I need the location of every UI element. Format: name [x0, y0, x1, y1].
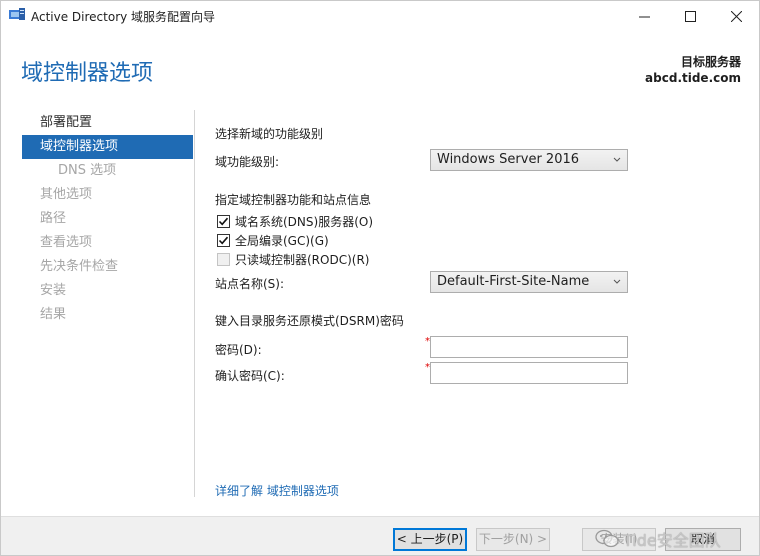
- rodc-option[interactable]: 只读域控制器(RODC)(R): [217, 251, 369, 267]
- watermark: Tide安全团队: [595, 527, 721, 551]
- watermark-text: Tide安全团队: [623, 531, 721, 550]
- domain-level-label: 域功能级别:: [215, 155, 280, 169]
- maximize-button[interactable]: [667, 1, 713, 31]
- rodc-checkbox[interactable]: [217, 252, 230, 266]
- learn-more-link[interactable]: 详细了解 域控制器选项: [215, 482, 339, 499]
- target-server-label: 目标服务器: [680, 55, 741, 69]
- wechat-icon: [595, 529, 619, 548]
- domain-level-select[interactable]: Windows Server 2016: [430, 149, 628, 171]
- confirm-password-label: 确认密码(C):: [215, 369, 285, 383]
- password-input[interactable]: [430, 336, 628, 358]
- chevron-down-icon: [613, 272, 621, 300]
- password-label: 密码(D):: [215, 343, 262, 357]
- site-name-label: 站点名称(S):: [215, 277, 285, 291]
- previous-button[interactable]: < 上一步(P): [393, 528, 467, 551]
- dns-server-option[interactable]: 域名系统(DNS)服务器(O): [217, 213, 373, 229]
- site-name-select[interactable]: Default-First-Site-Name: [430, 271, 628, 293]
- nav-item-paths: 路径: [40, 211, 67, 226]
- checkmark-icon: [218, 236, 229, 244]
- checkmark-icon: [218, 217, 229, 225]
- wizard-steps-nav: 部署配置 域控制器选项 DNS 选项 其他选项 路径 查看选项 先决条件检查 安…: [22, 111, 193, 327]
- dsrm-heading: 键入目录服务还原模式(DSRM)密码: [215, 314, 404, 328]
- nav-item-prereq-check: 先决条件检查: [40, 259, 119, 274]
- nav-item-review-options: 查看选项: [40, 235, 93, 250]
- page-title: 域控制器选项: [21, 61, 154, 86]
- close-window-button[interactable]: [713, 1, 759, 31]
- close-icon: [730, 10, 742, 22]
- wizard-window: Active Directory 域服务配置向导 域控制器选项 目标服务器 ab…: [0, 0, 760, 556]
- site-name-value: Default-First-Site-Name: [437, 274, 590, 289]
- nav-divider: [194, 110, 195, 497]
- nav-item-dc-options[interactable]: 域控制器选项: [22, 135, 193, 159]
- nav-item-installation: 安装: [40, 283, 67, 298]
- global-catalog-checkbox[interactable]: [217, 233, 230, 247]
- wizard-footer: < 上一步(P) 下一步(N) > 安装(I) 取消 Tide安全团队: [1, 516, 759, 555]
- dns-server-checkbox[interactable]: [217, 214, 230, 228]
- functional-level-heading: 选择新域的功能级别: [215, 127, 324, 141]
- window-title: Active Directory 域服务配置向导: [31, 10, 216, 24]
- server-manager-icon: [9, 8, 25, 22]
- chevron-down-icon: [613, 150, 621, 178]
- rodc-label: 只读域控制器(RODC)(R): [235, 252, 370, 267]
- confirm-password-input[interactable]: [430, 362, 628, 384]
- nav-item-results: 结果: [40, 307, 67, 322]
- nav-item-additional-options: 其他选项: [40, 187, 93, 202]
- maximize-icon: [684, 10, 696, 22]
- title-bar: Active Directory 域服务配置向导: [1, 1, 759, 31]
- minimize-icon: [638, 16, 650, 17]
- global-catalog-label: 全局编录(GC)(G): [235, 233, 329, 248]
- domain-level-value: Windows Server 2016: [437, 152, 580, 167]
- minimize-button[interactable]: [621, 1, 667, 31]
- dns-server-label: 域名系统(DNS)服务器(O): [235, 214, 374, 229]
- nav-item-dns-options: DNS 选项: [58, 163, 117, 178]
- target-server: 目标服务器 abcd.tide.com: [645, 54, 741, 86]
- global-catalog-option[interactable]: 全局编录(GC)(G): [217, 232, 329, 248]
- next-button[interactable]: 下一步(N) >: [476, 528, 550, 551]
- capabilities-heading: 指定域控制器功能和站点信息: [215, 193, 372, 207]
- target-server-name: abcd.tide.com: [645, 71, 741, 85]
- nav-item-deployment[interactable]: 部署配置: [22, 111, 193, 135]
